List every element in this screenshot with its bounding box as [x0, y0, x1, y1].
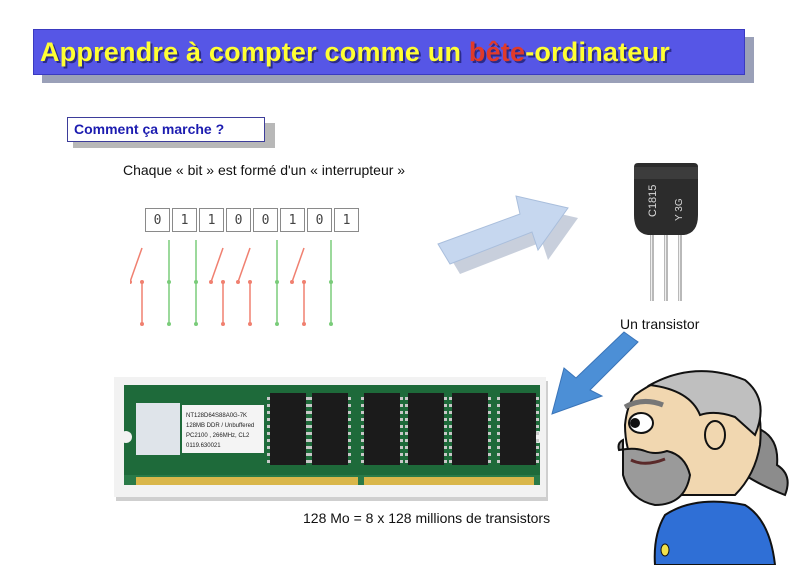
switch-closed	[194, 240, 198, 326]
bit-cell: 1	[280, 208, 305, 232]
transistor-image: C1815 Y 3G	[634, 163, 698, 301]
bit-cell: 0	[253, 208, 278, 232]
bit-cell: 0	[226, 208, 251, 232]
bit-cell: 1	[172, 208, 197, 232]
ram-label-line-3: PC2100 , 266MHz, CL2	[186, 433, 250, 439]
ram-label-line-1: NT128D64S88A0G-7K	[186, 413, 247, 419]
switch-open	[130, 247, 144, 326]
section-label: Comment ça marche ?	[67, 117, 265, 142]
switch-closed	[167, 240, 171, 326]
ram-caption: 128 Mo = 8 x 128 millions de transistors	[303, 510, 551, 526]
ram-label-line-2: 128MB DDR / Unbuffered	[186, 423, 254, 429]
switch-diagram	[130, 240, 333, 326]
transistor-marking-2: Y 3G	[674, 198, 685, 221]
title-banner: Apprendre à compter comme un bête-ordina…	[33, 29, 745, 75]
title-highlight: bête	[468, 36, 526, 67]
switch-open	[236, 247, 252, 326]
switch-closed	[329, 240, 333, 326]
title-part-1: Apprendre à compter comme un	[40, 36, 469, 67]
ram-module-image: NT128D64S88A0G-7K 128MB DDR / Unbuffered…	[114, 377, 548, 501]
bit-cell: 0	[145, 208, 170, 232]
transistor-marking-1: C1815	[647, 185, 659, 217]
switch-closed	[275, 240, 279, 326]
bearded-character-illustration	[617, 370, 789, 565]
right-arrow-icon	[437, 195, 578, 274]
page-title: Apprendre à compter comme un bête-ordina…	[40, 37, 670, 68]
title-part-2: -ordinateur	[525, 36, 670, 67]
bit-row: 0 1 1 0 0 1 0 1	[145, 208, 361, 232]
bit-caption: Chaque « bit » est formé d'un « interrup…	[123, 162, 406, 178]
bit-cell: 0	[307, 208, 332, 232]
bit-cell: 1	[199, 208, 224, 232]
ram-label-line-4: 0119.630021	[186, 443, 221, 449]
switch-open	[290, 247, 306, 326]
switch-open	[209, 247, 225, 326]
bit-cell: 1	[334, 208, 359, 232]
